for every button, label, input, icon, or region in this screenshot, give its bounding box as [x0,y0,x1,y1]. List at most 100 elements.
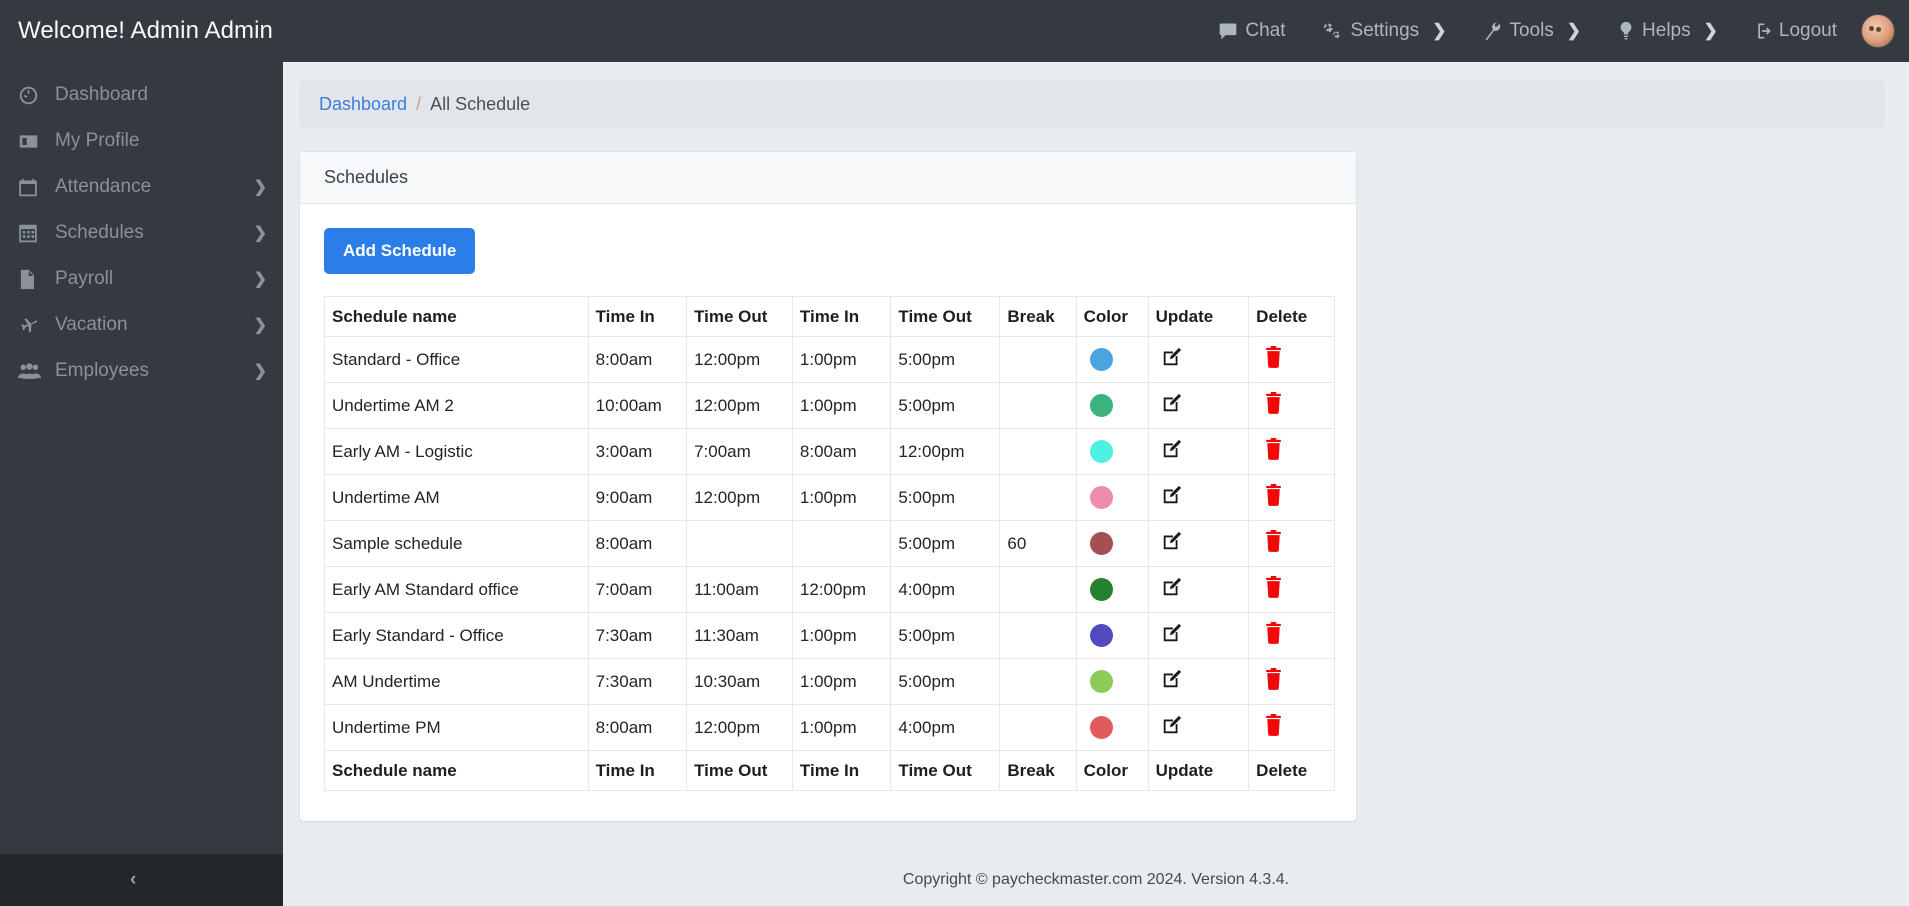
trash-icon [1264,668,1283,690]
update-schedule-button[interactable] [1161,576,1183,598]
sidebar: Dashboard My Profile Attendance ❯ Schedu… [0,62,283,906]
trash-icon [1264,346,1283,368]
cell-schedule-name: Early AM - Logistic [324,428,589,475]
col-header-time-out-1[interactable]: Time Out [686,296,793,337]
cell-break [999,612,1077,659]
chat-icon [1218,21,1238,41]
cell-delete [1248,428,1335,475]
sidebar-item-dashboard[interactable]: Dashboard [0,72,283,118]
cell-break [999,428,1077,475]
update-schedule-button[interactable] [1161,438,1183,460]
cell-update [1147,658,1250,705]
table-row: Sample schedule 8:00am 5:00pm 60 [324,520,1335,567]
col-header-time-in-1[interactable]: Time In [587,296,688,337]
delete-schedule-button[interactable] [1264,484,1283,506]
sidebar-item-label: Employees [55,360,149,381]
delete-schedule-button[interactable] [1264,668,1283,690]
chevron-right-icon: ❯ [253,225,267,242]
cell-color [1075,382,1149,429]
foot-time-in-1: Time In [587,750,688,791]
col-header-time-out-2[interactable]: Time Out [890,296,1001,337]
cell-time-out-2: 4:00pm [890,566,1001,613]
calendar-icon [18,177,44,198]
sidebar-item-my-profile[interactable]: My Profile [0,118,283,164]
breadcrumb-link-dashboard[interactable]: Dashboard [319,94,407,115]
nav-item-chat[interactable]: Chat [1200,0,1303,62]
trash-icon [1264,622,1283,644]
cell-delete [1248,474,1335,521]
sidebar-item-label: Vacation [55,314,128,335]
col-header-time-in-2[interactable]: Time In [791,296,892,337]
content-wrapper: Dashboard / All Schedule Schedules Add S… [283,62,1909,822]
col-header-break[interactable]: Break [999,296,1077,337]
cell-time-out-2: 5:00pm [890,520,1001,567]
gauge-icon [18,85,44,106]
update-schedule-button[interactable] [1161,622,1183,644]
col-header-update[interactable]: Update [1147,296,1250,337]
cell-time-out-1: 11:00am [686,566,793,613]
add-schedule-button[interactable]: Add Schedule [324,228,476,274]
cell-schedule-name: AM Undertime [324,658,589,705]
cell-time-out-2: 5:00pm [890,658,1001,705]
update-schedule-button[interactable] [1161,392,1183,414]
edit-pencil-icon [1161,530,1183,552]
sidebar-item-payroll[interactable]: Payroll ❯ [0,256,283,302]
cell-time-out-1: 12:00pm [686,382,793,429]
cell-schedule-name: Early AM Standard office [324,566,589,613]
sidebar-item-label: Schedules [55,222,144,243]
cell-delete [1248,382,1335,429]
delete-schedule-button[interactable] [1264,576,1283,598]
cell-color [1075,566,1149,613]
sidebar-menu: Dashboard My Profile Attendance ❯ Schedu… [0,62,283,394]
nav-label-tools: Tools [1509,20,1554,41]
cell-time-in-2: 1:00pm [791,658,892,705]
cell-time-out-1: 12:00pm [686,336,793,383]
cell-time-in-1: 9:00am [587,474,688,521]
update-schedule-button[interactable] [1161,346,1183,368]
sidebar-item-employees[interactable]: Employees ❯ [0,348,283,394]
sidebar-item-schedules[interactable]: Schedules ❯ [0,210,283,256]
chevron-left-icon: ‹ [130,869,137,890]
delete-schedule-button[interactable] [1264,714,1283,736]
table-foot: Schedule name Time In Time Out Time In T… [324,750,1335,791]
schedules-card: Schedules Add Schedule Schedule name Tim… [299,151,1357,822]
delete-schedule-button[interactable] [1264,346,1283,368]
nav-item-logout[interactable]: Logout [1736,0,1855,62]
update-schedule-button[interactable] [1161,714,1183,736]
color-swatch [1089,486,1113,509]
update-schedule-button[interactable] [1161,668,1183,690]
sidebar-item-vacation[interactable]: Vacation ❯ [0,302,283,348]
card-body: Add Schedule Schedule name Time In Time … [300,204,1356,821]
top-nav-menu: Chat Settings ❯ Tools ❯ Helps ❯ Logout [1200,0,1909,62]
foot-time-out-1: Time Out [686,750,793,791]
cell-time-out-1: 11:30am [686,612,793,659]
sidebar-item-attendance[interactable]: Attendance ❯ [0,164,283,210]
edit-pencil-icon [1161,438,1183,460]
update-schedule-button[interactable] [1161,530,1183,552]
cell-schedule-name: Sample schedule [324,520,589,567]
nav-item-settings[interactable]: Settings ❯ [1304,0,1465,62]
nav-item-tools[interactable]: Tools ❯ [1464,0,1599,62]
foot-break: Break [999,750,1077,791]
sidebar-collapse-button[interactable]: ‹ [0,854,283,906]
top-navbar: Welcome! Admin Admin Chat Settings ❯ Too… [0,0,1909,62]
col-header-color[interactable]: Color [1075,296,1149,337]
col-header-schedule-name[interactable]: Schedule name [324,296,589,337]
color-swatch [1089,532,1113,555]
cell-time-in-2: 8:00am [791,428,892,475]
cell-time-in-2: 1:00pm [791,612,892,659]
gears-icon [1322,21,1344,41]
delete-schedule-button[interactable] [1264,622,1283,644]
copyright-text: Copyright © paycheckmaster.com 2024. Ver… [902,871,1290,888]
foot-time-out-2: Time Out [890,750,1001,791]
delete-schedule-button[interactable] [1264,530,1283,552]
nav-item-helps[interactable]: Helps ❯ [1599,0,1736,62]
sidebar-item-label: Dashboard [55,84,148,105]
update-schedule-button[interactable] [1161,484,1183,506]
col-header-delete[interactable]: Delete [1248,296,1335,337]
delete-schedule-button[interactable] [1264,392,1283,414]
delete-schedule-button[interactable] [1264,438,1283,460]
avatar[interactable] [1861,14,1895,48]
table-row: Standard - Office 8:00am 12:00pm 1:00pm 5:00… [324,336,1335,383]
cell-color [1075,520,1149,567]
